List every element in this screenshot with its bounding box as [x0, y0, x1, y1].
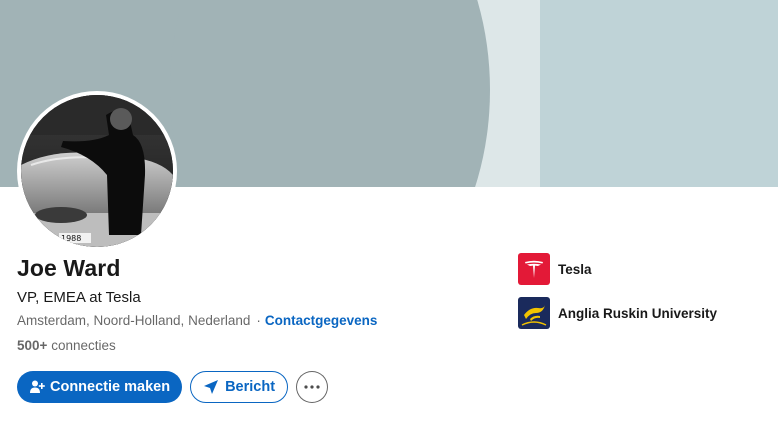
message-button[interactable]: Bericht — [190, 371, 289, 403]
tesla-logo-icon — [518, 253, 550, 285]
avatar-image: 1988 — [21, 95, 173, 247]
anglia-ruskin-logo-icon — [518, 297, 550, 329]
connect-button[interactable]: Connectie maken — [17, 371, 183, 403]
connections-number: 500+ — [17, 338, 48, 353]
message-button-label: Bericht — [225, 379, 276, 395]
more-horizontal-icon — [304, 385, 320, 389]
org-item-anglia-ruskin[interactable]: Anglia Ruskin University — [518, 297, 717, 329]
profile-headline: VP, EMEA at Tesla — [17, 289, 141, 306]
org-name-anglia-ruskin: Anglia Ruskin University — [558, 305, 718, 321]
avatar: 1988 — [21, 95, 173, 247]
org-item-tesla[interactable]: Tesla — [518, 253, 717, 285]
profile-name: Joe Ward — [17, 255, 121, 281]
profile-actions: Connectie maken Bericht — [17, 371, 329, 403]
connect-button-label: Connectie maken — [50, 379, 171, 395]
profile-location: Amsterdam, Noord-Holland, Nederland — [17, 313, 251, 328]
add-person-icon — [30, 380, 45, 393]
more-actions-button[interactable] — [296, 371, 329, 403]
connections-count: 500+ connecties — [17, 338, 116, 353]
send-icon — [204, 380, 219, 394]
avatar-plate-text: 1988 — [61, 234, 81, 243]
profile-photo[interactable]: 1988 — [17, 91, 177, 251]
profile-organizations: Tesla Anglia Ruskin University — [518, 253, 717, 341]
separator-dot: · — [256, 313, 261, 328]
connections-label: connecties — [51, 338, 116, 353]
contact-info-link[interactable]: Contactgegevens — [265, 313, 378, 328]
location-line: Amsterdam, Noord-Holland, Nederland · Cont… — [17, 313, 377, 328]
org-name-tesla: Tesla — [558, 261, 592, 277]
